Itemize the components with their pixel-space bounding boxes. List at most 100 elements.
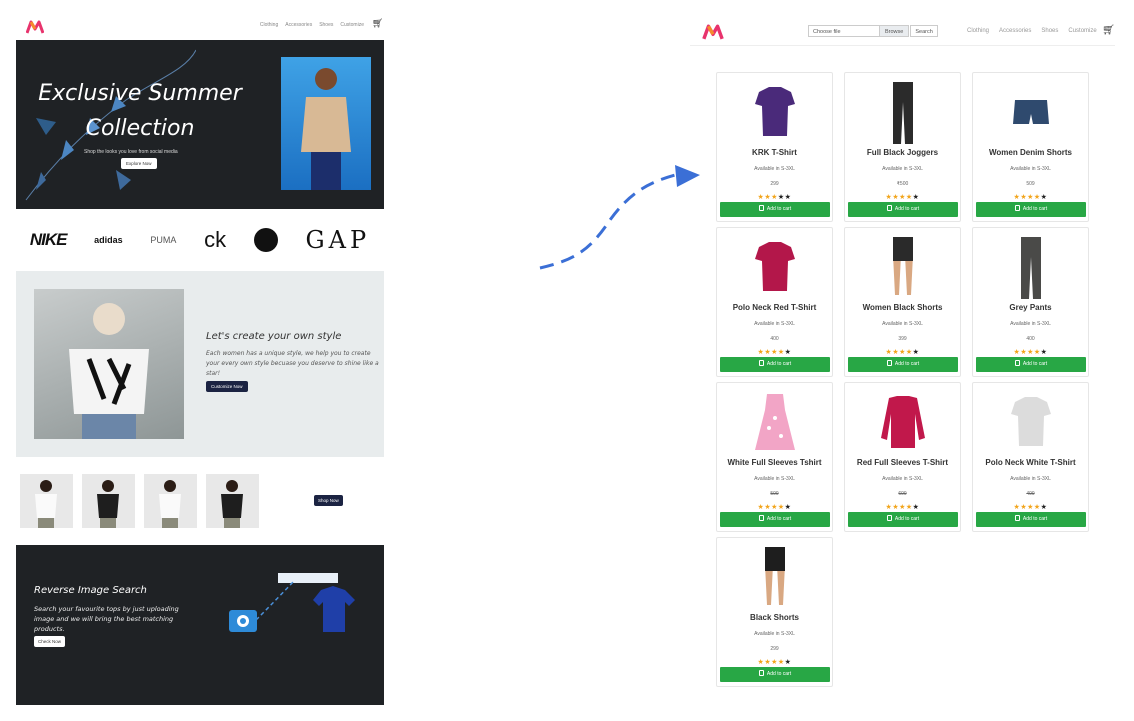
bag-icon <box>758 205 764 211</box>
product-image[interactable] <box>747 78 803 146</box>
star-filled-icon: ★ <box>771 194 778 201</box>
bag-icon <box>886 515 892 521</box>
product-card[interactable]: Women Black Shorts Available in S-3XL 39… <box>844 227 961 377</box>
add-to-cart-button[interactable]: Add to cart <box>720 357 830 372</box>
cart-icon[interactable]: 🛒︎ <box>372 18 383 29</box>
add-to-cart-label: Add to cart <box>1022 361 1048 367</box>
star-filled-icon: ★ <box>1033 504 1041 511</box>
thumbnail-black-tee[interactable] <box>82 474 135 528</box>
nav-shoes[interactable]: Shoes <box>1041 28 1058 34</box>
bag-icon <box>886 360 892 366</box>
brand-logo[interactable] <box>702 24 724 40</box>
product-name: Polo Neck Red T-Shirt <box>732 303 817 312</box>
product-card[interactable]: Red Full Sleeves T-Shirt Available in S-… <box>844 382 961 532</box>
thumbnail-white-tee[interactable] <box>20 474 73 528</box>
product-availability: Available in S-3XL <box>1010 476 1051 482</box>
reverse-search-section: Reverse Image Search Search your favouri… <box>16 545 384 705</box>
browse-button[interactable]: Browse <box>880 25 910 37</box>
product-image[interactable] <box>747 388 803 456</box>
add-to-cart-button[interactable]: Add to cart <box>976 512 1086 527</box>
product-card[interactable]: Grey Pants Available in S-3XL 400 ★★★★★ … <box>972 227 1089 377</box>
add-to-cart-label: Add to cart <box>766 516 792 522</box>
product-image[interactable] <box>1003 78 1059 146</box>
add-to-cart-button[interactable]: Add to cart <box>976 202 1086 217</box>
star-filled-icon: ★ <box>771 504 778 511</box>
thumbnail-black-tee-2[interactable] <box>206 474 259 528</box>
reverse-search-body: Search your favourite tops by just uploa… <box>34 605 179 633</box>
product-card[interactable]: Polo Neck Red T-Shirt Available in S-3XL… <box>716 227 833 377</box>
star-filled-icon: ★ <box>1027 349 1034 356</box>
star-empty-icon: ★ <box>784 194 792 201</box>
product-card[interactable]: Polo Neck White T-Shirt Available in S-3… <box>972 382 1089 532</box>
shop-now-button[interactable]: Shop Now <box>314 495 343 506</box>
product-name: Polo Neck White T-Shirt <box>985 458 1076 467</box>
add-to-cart-button[interactable]: Add to cart <box>848 357 958 372</box>
search-button[interactable]: Search <box>910 25 938 37</box>
product-image[interactable] <box>1003 388 1059 456</box>
product-card[interactable]: KRK T-Shirt Available in S-3XL 299 ★★★★★… <box>716 72 833 222</box>
brand-puma[interactable]: PUMA <box>150 235 176 245</box>
add-to-cart-button[interactable]: Add to cart <box>720 667 830 682</box>
product-card[interactable]: Women Denim Shorts Available in S-3XL 50… <box>972 72 1089 222</box>
product-name: Full Black Joggers <box>866 148 939 157</box>
image-upload-group: Choose file Browse Search <box>808 25 938 37</box>
hero-title: Exclusive Summer Collection <box>38 81 242 141</box>
product-image[interactable] <box>747 543 803 611</box>
product-image[interactable] <box>875 233 931 301</box>
bag-icon <box>886 205 892 211</box>
add-to-cart-label: Add to cart <box>766 361 792 367</box>
star-filled-icon: ★ <box>1033 194 1041 201</box>
star-filled-icon: ★ <box>899 504 906 511</box>
add-to-cart-button[interactable]: Add to cart <box>848 202 958 217</box>
product-availability: Available in S-3XL <box>1010 321 1051 327</box>
product-image[interactable] <box>875 78 931 146</box>
add-to-cart-label: Add to cart <box>766 206 792 212</box>
product-image[interactable] <box>1003 233 1059 301</box>
nav-customize[interactable]: Customize <box>340 22 364 28</box>
star-empty-icon: ★ <box>1040 349 1048 356</box>
star-filled-icon: ★ <box>1033 349 1041 356</box>
nav-accessories[interactable]: Accessories <box>999 28 1031 34</box>
check-now-button[interactable]: Check Now <box>34 636 66 647</box>
bag-icon <box>1014 205 1020 211</box>
product-availability: Available in S-3XL <box>882 166 923 172</box>
add-to-cart-label: Add to cart <box>894 206 920 212</box>
explore-now-button[interactable]: Explore Now <box>121 158 157 169</box>
star-filled-icon: ★ <box>905 194 913 201</box>
add-to-cart-button[interactable]: Add to cart <box>848 512 958 527</box>
bag-icon <box>1014 515 1020 521</box>
add-to-cart-label: Add to cart <box>1022 206 1048 212</box>
star-filled-icon: ★ <box>899 194 906 201</box>
product-card[interactable]: Full Black Joggers Available in S-3XL ₹5… <box>844 72 961 222</box>
nav-clothing[interactable]: Clothing <box>260 22 278 28</box>
star-filled-icon: ★ <box>1027 194 1034 201</box>
product-availability: Available in S-3XL <box>754 476 795 482</box>
nav-accessories[interactable]: Accessories <box>285 22 312 28</box>
add-to-cart-button[interactable]: Add to cart <box>976 357 1086 372</box>
add-to-cart-button[interactable]: Add to cart <box>720 202 830 217</box>
product-price: 599 <box>770 491 779 497</box>
brand-circle-logo[interactable] <box>253 228 278 252</box>
product-availability: Available in S-3XL <box>882 476 923 482</box>
brand-nike[interactable]: NIKE <box>30 230 68 250</box>
nav-shoes[interactable]: Shoes <box>319 22 333 28</box>
brand-logo[interactable] <box>26 20 44 34</box>
brand-adidas[interactable]: adidas <box>94 235 123 245</box>
reverse-search-title: Reverse Image Search <box>34 585 147 596</box>
product-card[interactable]: Black Shorts Available in S-3XL 299 ★★★★… <box>716 537 833 687</box>
customize-now-button[interactable]: Customize Now <box>206 381 248 392</box>
cart-icon[interactable]: 🛒︎ <box>1102 25 1115 36</box>
brand-ck[interactable]: ck <box>204 227 226 253</box>
product-card[interactable]: White Full Sleeves Tshirt Available in S… <box>716 382 833 532</box>
nav-customize[interactable]: Customize <box>1068 28 1096 34</box>
add-to-cart-label: Add to cart <box>894 361 920 367</box>
product-image[interactable] <box>875 388 931 456</box>
add-to-cart-button[interactable]: Add to cart <box>720 512 830 527</box>
star-empty-icon: ★ <box>784 504 792 511</box>
file-input[interactable]: Choose file <box>808 25 880 37</box>
product-rating: ★★★★★ <box>973 348 1088 356</box>
nav-clothing[interactable]: Clothing <box>967 28 989 34</box>
product-image[interactable] <box>747 233 803 301</box>
brand-gap[interactable]: GAP <box>305 226 370 254</box>
thumbnail-white-tee-2[interactable] <box>144 474 197 528</box>
